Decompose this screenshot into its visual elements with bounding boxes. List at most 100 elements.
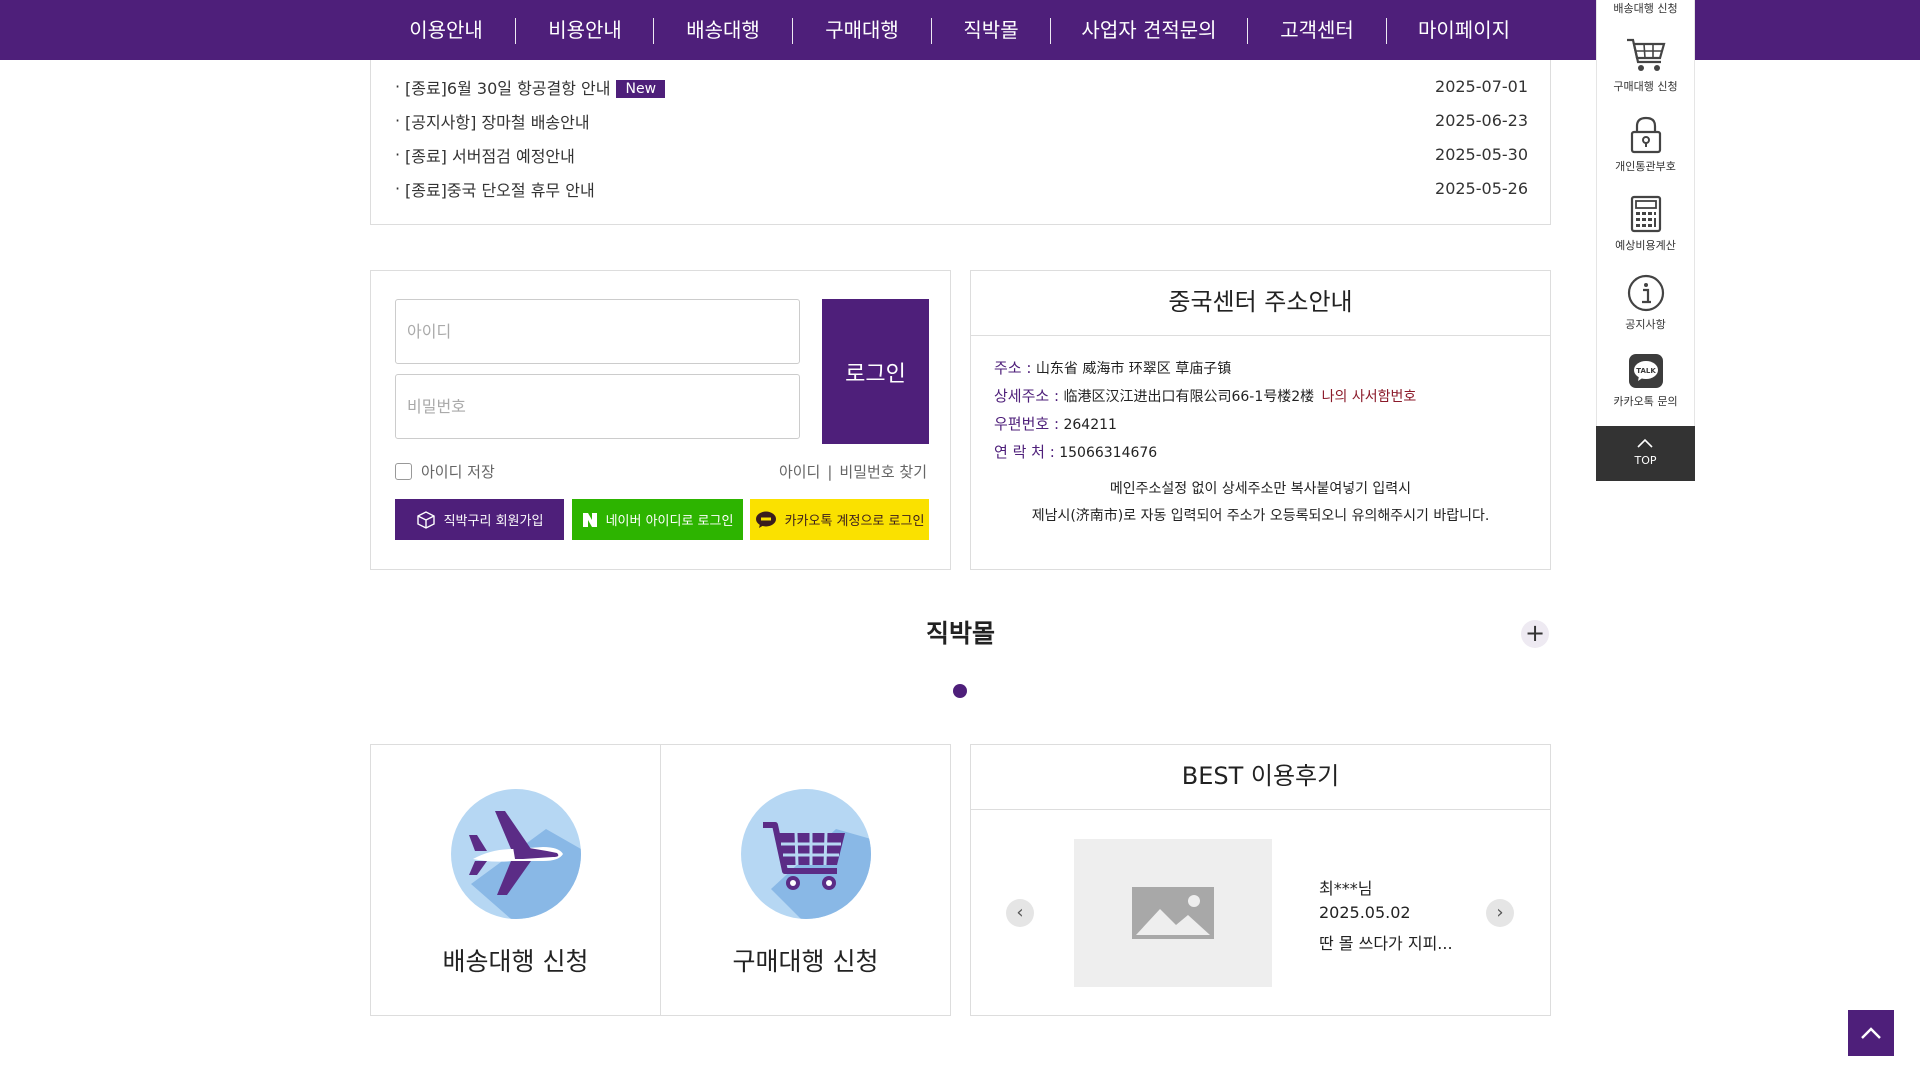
detail-address-label: 상세주소 :: [994, 387, 1060, 405]
detail-address-row: 상세주소 : 临港区汉江进出口有限公司66-1号楼2楼 나의 사서함번호: [994, 385, 1416, 406]
image-placeholder-icon: [1132, 887, 1214, 939]
address-note-line1: 메인주소설정 없이 상세주소만 복사붙여넣기 입력시: [1109, 481, 1412, 497]
chevron-up-icon: [1637, 438, 1653, 448]
phone-row: 연 락 처 : 15066314676: [994, 441, 1157, 462]
nav-item-cost-guide[interactable]: 비용안내: [548, 0, 622, 60]
notice-title[interactable]: [공지사항] 장마철 배송안내: [405, 109, 590, 133]
nav-item-purchase-agency[interactable]: 구매대행: [825, 0, 899, 60]
save-id-checkbox[interactable]: 아이디 저장: [395, 461, 495, 482]
kakao-login-button[interactable]: 카카오톡 계정으로 로그인: [750, 499, 929, 540]
find-id-link[interactable]: 아이디: [779, 463, 820, 481]
kakao-login-label: 카카오톡 계정으로 로그인: [784, 514, 925, 529]
cart-icon: [741, 789, 871, 919]
quick-customs-code[interactable]: 개인통관부호: [1597, 116, 1694, 174]
naver-login-label: 네이버 아이디로 로그인: [605, 514, 734, 529]
review-prev-button[interactable]: ‹: [1006, 899, 1034, 927]
box-icon: [416, 510, 435, 529]
nav-item-usage-guide[interactable]: 이용안내: [409, 0, 483, 60]
kakao-badge-text: TALK: [1636, 367, 1656, 375]
quick-item-label: 배송대행 신청: [1613, 2, 1678, 15]
nav-item-business-quote[interactable]: 사업자 견적문의: [1081, 0, 1216, 60]
shipping-request-card[interactable]: 배송대행 신청: [371, 745, 660, 1015]
notice-item[interactable]: · [공지사항] 장마철 배송안내 2025-06-23: [395, 105, 1528, 135]
find-account-links: 아이디 | 비밀번호 찾기: [779, 461, 927, 482]
purchase-request-card[interactable]: 구매대행 신청: [661, 745, 950, 1015]
notice-item[interactable]: · [종료] 서버점검 예정안내 2025-05-30: [395, 139, 1528, 169]
nav-item-shipping-agency[interactable]: 배송대행: [686, 0, 760, 60]
nav-item-my-page[interactable]: 마이페이지: [1418, 0, 1510, 60]
quick-notices[interactable]: 공지사항: [1597, 274, 1694, 332]
signup-button[interactable]: 직박구리 회원가입: [395, 499, 564, 540]
phone-label: 연 락 처 :: [994, 443, 1055, 461]
login-button[interactable]: 로그인: [822, 299, 929, 444]
kakao-talk-icon: TALK: [1628, 354, 1663, 388]
review-date: 2025.05.02: [1319, 903, 1411, 922]
save-id-label: 아이디 저장: [421, 463, 495, 481]
china-center-address-panel: 중국센터 주소안내 주소 : 山东省 威海市 环翠区 草庙子镇 상세주소 : 临…: [970, 270, 1551, 570]
scroll-to-top-button[interactable]: [1848, 1010, 1894, 1056]
cart-icon: [1626, 38, 1665, 71]
notice-title[interactable]: [종료] 서버점검 예정안내: [405, 143, 575, 167]
notice-title[interactable]: [종료]6월 30일 항공결항 안내 New: [405, 75, 666, 99]
notice-item[interactable]: · [종료]중국 단오절 휴무 안내 2025-05-26: [395, 173, 1528, 203]
new-badge: New: [616, 80, 666, 98]
quick-menu: 배송대행 신청 구매대행 신청 개인통관부호 예상비용계산 공지사항 TALK …: [1596, 0, 1695, 426]
notice-date: 2025-06-23: [1435, 111, 1528, 130]
nav-divider: [515, 18, 516, 44]
mall-more-button[interactable]: +: [1521, 620, 1549, 648]
notice-date: 2025-05-26: [1435, 179, 1528, 198]
checkbox-box[interactable]: [395, 463, 412, 480]
calculator-icon: [1630, 195, 1661, 233]
id-input[interactable]: [395, 299, 800, 364]
notice-bullet: ·: [395, 77, 401, 96]
nav-item-customer-center[interactable]: 고객센터: [1280, 0, 1354, 60]
password-input[interactable]: [395, 374, 800, 439]
kakao-talk-icon: [755, 511, 776, 528]
quick-item-label: 카카오톡 문의: [1613, 395, 1678, 408]
carousel-dot[interactable]: [953, 684, 967, 698]
quick-kakao-inquiry[interactable]: TALK 카카오톡 문의: [1597, 353, 1694, 409]
lock-icon: [1630, 116, 1661, 154]
review-excerpt[interactable]: 딴 몰 쓰다가 지피...: [1319, 930, 1453, 954]
notice-bullet: ·: [395, 179, 401, 198]
address-row: 주소 : 山东省 威海市 环翠区 草庙子镇: [994, 357, 1231, 378]
quick-top-button[interactable]: TOP: [1596, 426, 1695, 481]
address-title: 중국센터 주소안내: [971, 271, 1550, 336]
nav-divider: [653, 18, 654, 44]
find-password-link[interactable]: 비밀번호 찾기: [839, 463, 927, 481]
quick-cost-calculator[interactable]: 예상비용계산: [1597, 195, 1694, 253]
quick-item-label: 구매대행 신청: [1613, 80, 1678, 93]
naver-login-button[interactable]: 네이버 아이디로 로그인: [572, 499, 743, 540]
direct-mall-title: 직박몰: [925, 619, 995, 648]
quick-item-label: 예상비용계산: [1615, 239, 1676, 252]
purchase-request-label: 구매대행 신청: [732, 947, 879, 976]
quick-item-label: 개인통관부호: [1615, 160, 1676, 173]
zip-row: 우편번호 : 264211: [994, 413, 1117, 434]
login-panel: 로그인 아이디 저장 아이디 | 비밀번호 찾기 직박구리 회원가입 네이버 아이디…: [370, 270, 951, 570]
quick-purchase-request[interactable]: 구매대행 신청: [1597, 36, 1694, 94]
notice-item[interactable]: · [종료]6월 30일 항공결항 안내 New 2025-07-01: [395, 71, 1528, 101]
zip-label: 우편번호 :: [994, 415, 1060, 433]
nav-divider: [931, 18, 932, 44]
info-icon: [1627, 274, 1664, 312]
nav-item-direct-mall[interactable]: 직박몰: [963, 0, 1018, 60]
notice-title[interactable]: [종료]중국 단오절 휴무 안내: [405, 177, 595, 201]
notice-date: 2025-07-01: [1435, 77, 1528, 96]
detail-address-value: 临港区汉江进出口有限公司66-1号楼2楼: [1063, 389, 1315, 405]
nav-divider: [1247, 18, 1248, 44]
signup-label: 직박구리 회원가입: [443, 514, 544, 529]
phone-value: 15066314676: [1059, 445, 1158, 461]
notice-date: 2025-05-30: [1435, 145, 1528, 164]
mailbox-number-link[interactable]: 나의 사서함번호: [1322, 389, 1417, 405]
best-reviews-panel: BEST 이용후기 ‹ 최***님 2025.05.02 딴 몰 쓰다가 지피.…: [970, 744, 1551, 1016]
link-separator: |: [827, 463, 833, 481]
notice-bullet: ·: [395, 145, 401, 164]
naver-n-icon: [582, 512, 597, 527]
best-reviews-title: BEST 이용후기: [971, 745, 1550, 810]
review-next-button[interactable]: ›: [1486, 899, 1514, 927]
address-value: 山东省 威海市 环翠区 草庙子镇: [1035, 361, 1232, 377]
quick-shipping-request[interactable]: 배송대행 신청: [1597, 0, 1694, 16]
zip-value: 264211: [1063, 417, 1117, 433]
nav-divider: [1050, 18, 1051, 44]
review-thumbnail[interactable]: [1074, 839, 1272, 987]
